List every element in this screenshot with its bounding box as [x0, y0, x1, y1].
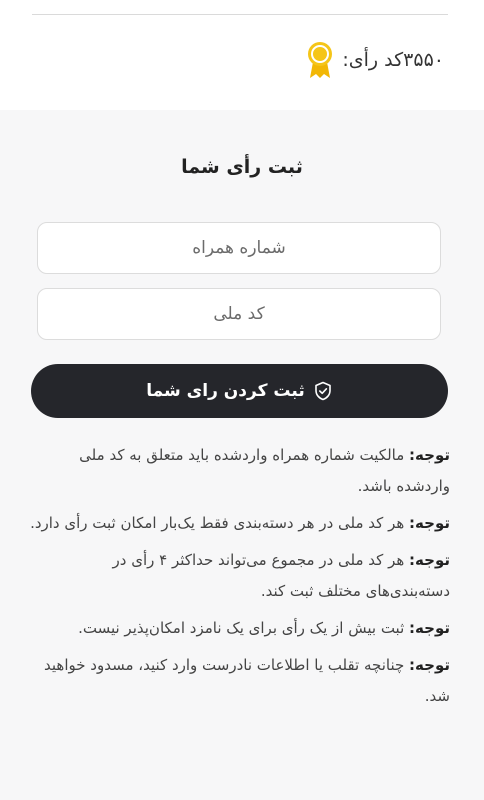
note-item: توجه: هر کد ملی در هر دسته‌بندی فقط یک‌ب…	[28, 508, 450, 539]
national-id-placeholder: کد ملی	[213, 304, 265, 324]
national-id-input[interactable]: کد ملی	[37, 288, 441, 340]
phone-input[interactable]: شماره همراه	[37, 222, 441, 274]
note-text: هر کد ملی در مجموع می‌تواند حداکثر ۴ رأی…	[112, 551, 450, 600]
note-item: توجه: چنانچه تقلب یا اطلاعات نادرست وارد…	[28, 650, 450, 712]
notes-list: توجه: مالکیت شماره همراه واردشده باید مت…	[28, 440, 450, 718]
vote-code-row: کد رأی: ۳۵۵۰	[286, 38, 444, 82]
note-text: هر کد ملی در هر دسته‌بندی فقط یک‌بار امک…	[30, 514, 405, 532]
note-text: چنانچه تقلب یا اطلاعات نادرست وارد کنید،…	[44, 656, 450, 705]
note-prefix: توجه:	[409, 619, 450, 637]
note-text: مالکیت شماره همراه واردشده باید متعلق به…	[79, 446, 450, 495]
note-item: توجه: ثبت بیش از یک رأی برای یک نامزد ام…	[28, 613, 450, 644]
note-prefix: توجه:	[409, 514, 450, 532]
phone-placeholder: شماره همراه	[192, 238, 286, 258]
note-prefix: توجه:	[409, 446, 450, 464]
note-text: ثبت بیش از یک رأی برای یک نامزد امکان‌پذ…	[78, 619, 405, 637]
note-prefix: توجه:	[409, 656, 450, 674]
note-prefix: توجه:	[409, 551, 450, 569]
submit-vote-button[interactable]: ثبت کردن رای شما	[31, 364, 448, 418]
vote-code-label: کد رأی:	[342, 49, 404, 71]
note-item: توجه: هر کد ملی در مجموع می‌تواند حداکثر…	[28, 545, 450, 607]
vote-code-value: ۳۵۵۰	[403, 49, 444, 71]
form-title: ثبت رأی شما	[181, 156, 303, 178]
medal-icon	[308, 42, 333, 78]
shield-check-icon	[314, 381, 331, 401]
note-item: توجه: مالکیت شماره همراه واردشده باید مت…	[28, 440, 450, 502]
divider	[32, 14, 448, 15]
vote-code-card: کد رأی: ۳۵۵۰	[0, 0, 484, 110]
submit-vote-label: ثبت کردن رای شما	[146, 381, 305, 401]
